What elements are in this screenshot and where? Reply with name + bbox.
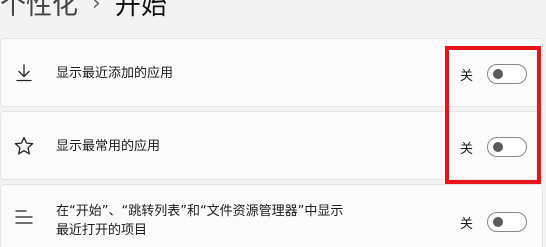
settings-page: 个性化 › 开始 显示最近添加的应用 关 显示最常用的应用 关 在“开始”、“跳… [0, 0, 546, 247]
breadcrumb: 个性化 › 开始 [0, 0, 167, 22]
setting-label-line: 最近打开的项目 [56, 223, 148, 238]
setting-label-line: 在“开始”、“跳转列表”和“文件资源管理器”中显示 [56, 204, 344, 219]
setting-row-recently-added-apps: 显示最近添加的应用 关 [0, 38, 543, 107]
setting-label: 显示最常用的应用 [56, 137, 160, 156]
toggle-state-label: 关 [460, 217, 474, 232]
toggle-knob [493, 142, 503, 152]
setting-label: 显示最近添加的应用 [56, 64, 173, 83]
setting-row-most-used-apps: 显示最常用的应用 关 [0, 111, 543, 180]
list-icon [12, 205, 36, 229]
setting-label-line: 显示最常用的应用 [56, 139, 161, 154]
page-title: 开始 [114, 0, 167, 21]
toggle-state-label: 关 [460, 69, 474, 84]
toggle-state-label: 关 [460, 142, 474, 157]
toggle-knob [493, 69, 503, 79]
download-icon [12, 61, 36, 85]
toggle-knob [493, 217, 503, 227]
most-used-apps-toggle[interactable] [487, 137, 527, 157]
breadcrumb-parent-personalization[interactable]: 个性化 [0, 0, 78, 22]
chevron-right-icon: › [92, 0, 101, 16]
setting-label-line: 显示最近添加的应用 [56, 66, 174, 81]
recently-opened-items-toggle[interactable] [487, 212, 527, 232]
setting-row-recently-opened-items: 在“开始”、“跳转列表”和“文件资源管理器”中显示 最近打开的项目 关 [0, 184, 543, 247]
setting-label: 在“开始”、“跳转列表”和“文件资源管理器”中显示 最近打开的项目 [56, 202, 343, 240]
star-icon [12, 134, 36, 158]
recently-added-apps-toggle[interactable] [487, 64, 527, 84]
